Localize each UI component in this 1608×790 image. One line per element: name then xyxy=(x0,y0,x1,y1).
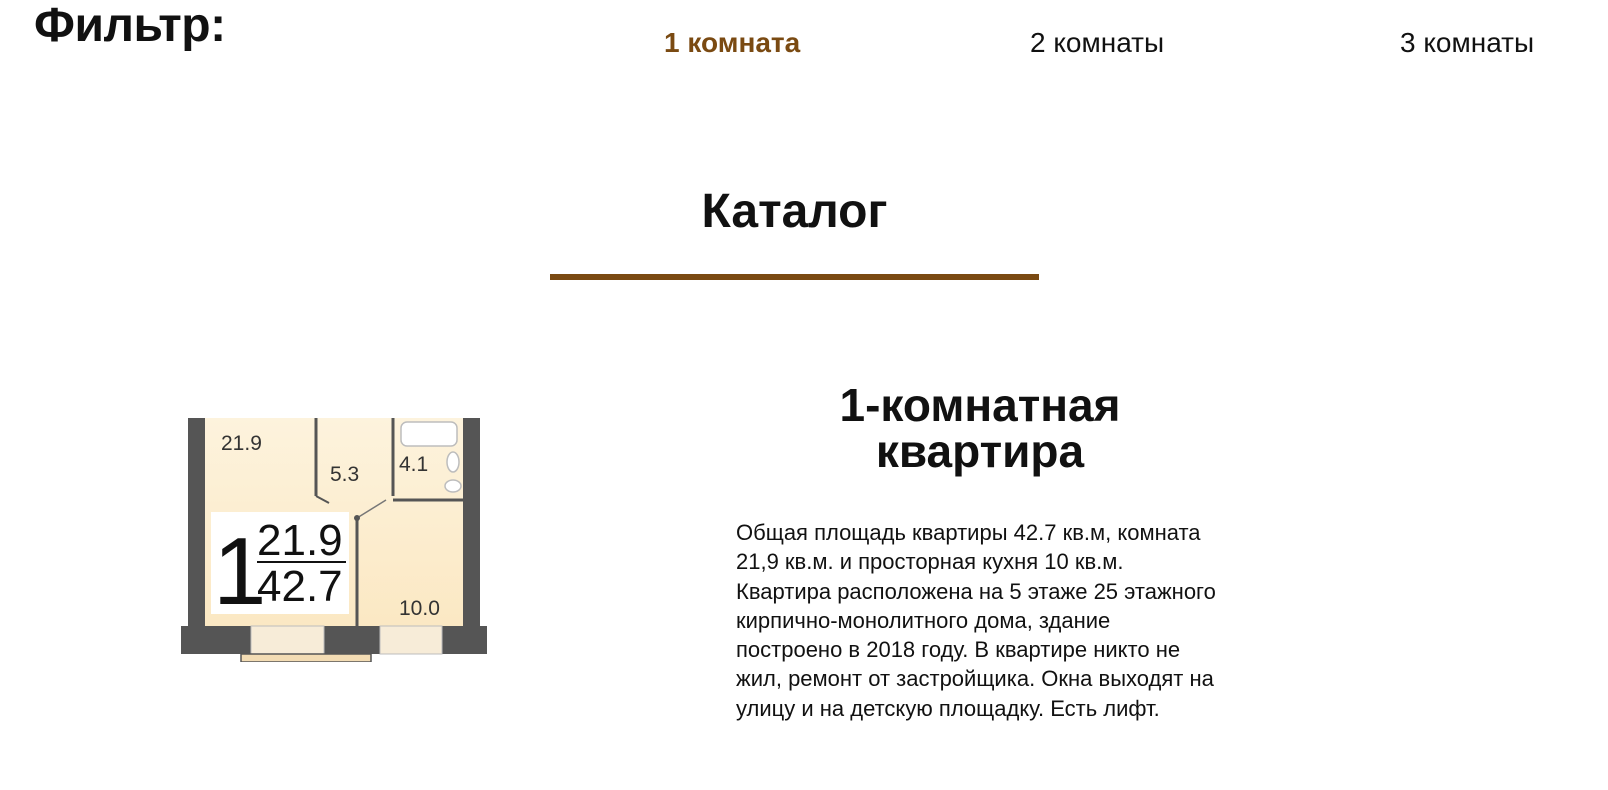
description-line: улицу и на детскую площадку. Есть лифт. xyxy=(736,695,1160,721)
description-line: Квартира расположена на 5 этаже 25 этажн… xyxy=(736,578,1216,604)
catalog-title-underline xyxy=(550,274,1039,280)
wall-bottom-left xyxy=(181,626,251,654)
filter-option-1-room[interactable]: 1 комната xyxy=(664,26,800,60)
loggia-edge xyxy=(240,653,372,662)
apartment-floor-plan[interactable]: 21.9 5.3 4.1 10.0 1 21.9 42.7 xyxy=(181,418,487,662)
description-line: жил, ремонт от застройщика. Окна выходят… xyxy=(736,666,1214,692)
plan-label-bath: 4.1 xyxy=(399,453,428,476)
plan-label-living: 21.9 xyxy=(221,432,262,455)
balcony-right xyxy=(379,625,443,655)
filter-title: Фильтр: xyxy=(34,0,226,52)
bathtub-icon xyxy=(400,421,458,447)
filter-option-3-rooms[interactable]: 3 комнаты xyxy=(1400,26,1534,60)
plan-living-area: 21.9 xyxy=(257,516,343,565)
balcony-left xyxy=(250,625,325,655)
wall-left xyxy=(188,418,205,630)
apartment-description: Общая площадь квартиры 42.7 кв.м, комнат… xyxy=(736,518,1296,723)
toilet-icon xyxy=(444,479,462,493)
description-line: кирпично-монолитного дома, здание xyxy=(736,607,1111,633)
catalog-title: Каталог xyxy=(701,185,888,238)
description-line: Общая площадь квартиры 42.7 кв.м, комнат… xyxy=(736,520,1201,545)
wall-bottom-right xyxy=(442,626,487,654)
plan-label-kitchen: 10.0 xyxy=(399,597,440,620)
sink-icon xyxy=(446,451,460,473)
plan-total-area: 42.7 xyxy=(257,562,343,611)
filter-option-2-rooms[interactable]: 2 комнаты xyxy=(1030,26,1164,60)
apartment-title-line1: 1-комнатная xyxy=(839,379,1121,431)
description-line: 21,9 кв.м. и просторная кухня 10 кв.м. xyxy=(736,549,1124,575)
wall-bottom-middle xyxy=(324,626,380,654)
plan-label-hall: 5.3 xyxy=(330,463,359,486)
wall-right xyxy=(463,418,480,630)
description-line: построено в 2018 году. В квартире никто … xyxy=(736,637,1181,663)
apartment-title: 1-комнатная квартира xyxy=(730,382,1230,474)
apartment-title-line2: квартира xyxy=(875,425,1085,477)
door-hinge xyxy=(354,515,360,521)
